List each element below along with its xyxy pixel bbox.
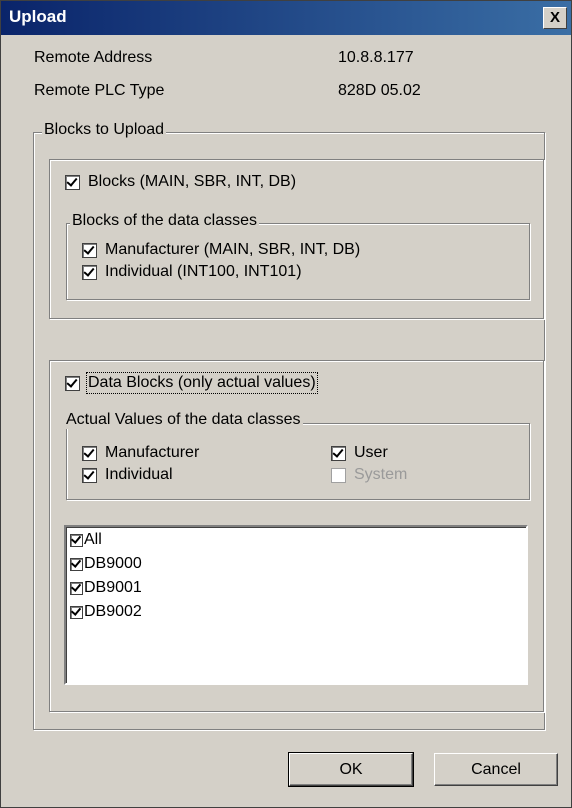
blocks-classes-group — [66, 223, 530, 300]
window-title: Upload — [9, 7, 67, 26]
title-bar: Upload X — [1, 1, 571, 35]
list-item-label: DB9002 — [84, 603, 142, 620]
plc-type-label: Remote PLC Type — [34, 82, 165, 99]
upload-dialog: Upload X Remote Address 10.8.8.177 Remot… — [0, 0, 572, 808]
list-item-label: DB9001 — [84, 579, 142, 596]
data-individual-checkbox[interactable]: Individual — [82, 466, 173, 484]
plc-type-value: 828D 05.02 — [338, 82, 421, 99]
remote-address-label: Remote Address — [34, 49, 153, 66]
checkbox-box[interactable] — [70, 605, 83, 619]
checkbox-box — [331, 467, 346, 483]
checkbox-box[interactable] — [70, 557, 83, 571]
checkbox-box[interactable] — [82, 467, 97, 483]
close-button[interactable]: X — [543, 7, 567, 29]
checkbox-box[interactable] — [70, 533, 83, 547]
blocks-checkbox[interactable]: Blocks (MAIN, SBR, INT, DB) — [65, 173, 296, 191]
blocks-classes-legend: Blocks of the data classes — [70, 212, 259, 230]
checkbox-box[interactable] — [65, 375, 80, 391]
list-item[interactable]: All — [70, 531, 102, 549]
data-user-label: User — [354, 444, 388, 461]
actual-values-legend: Actual Values of the data classes — [64, 411, 303, 429]
blocks-individual-label: Individual (INT100, INT101) — [105, 263, 302, 280]
data-blocks-checkbox[interactable]: Data Blocks (only actual values) — [65, 372, 318, 394]
checkbox-box[interactable] — [82, 264, 97, 280]
data-user-checkbox[interactable]: User — [331, 444, 388, 462]
list-item[interactable]: DB9001 — [70, 579, 142, 597]
data-system-checkbox: System — [331, 466, 407, 484]
blocks-manufacturer-label: Manufacturer (MAIN, SBR, INT, DB) — [105, 241, 361, 258]
blocks-to-upload-legend: Blocks to Upload — [42, 121, 167, 139]
list-item[interactable]: DB9000 — [70, 555, 142, 573]
ok-button[interactable]: OK — [288, 752, 414, 787]
checkbox-box[interactable] — [82, 242, 97, 258]
checkbox-box[interactable] — [65, 174, 80, 190]
checkbox-box[interactable] — [82, 445, 97, 461]
checkbox-box[interactable] — [331, 445, 346, 461]
checkbox-box[interactable] — [70, 581, 83, 595]
data-system-label: System — [354, 466, 408, 483]
blocks-checkbox-label: Blocks (MAIN, SBR, INT, DB) — [88, 173, 297, 190]
blocks-manufacturer-checkbox[interactable]: Manufacturer (MAIN, SBR, INT, DB) — [82, 241, 360, 259]
list-item-label: DB9000 — [84, 555, 142, 572]
remote-address-value: 10.8.8.177 — [338, 49, 414, 66]
data-blocks-list[interactable]: All DB9000 DB9001 DB9002 — [64, 525, 528, 685]
data-manufacturer-label: Manufacturer — [105, 444, 200, 461]
cancel-button[interactable]: Cancel — [434, 753, 558, 786]
data-manufacturer-checkbox[interactable]: Manufacturer — [82, 444, 199, 462]
blocks-individual-checkbox[interactable]: Individual (INT100, INT101) — [82, 263, 302, 281]
list-item-label: All — [84, 531, 102, 548]
data-blocks-checkbox-label: Data Blocks (only actual values) — [86, 372, 318, 394]
data-individual-label: Individual — [105, 466, 173, 483]
list-item[interactable]: DB9002 — [70, 603, 142, 621]
